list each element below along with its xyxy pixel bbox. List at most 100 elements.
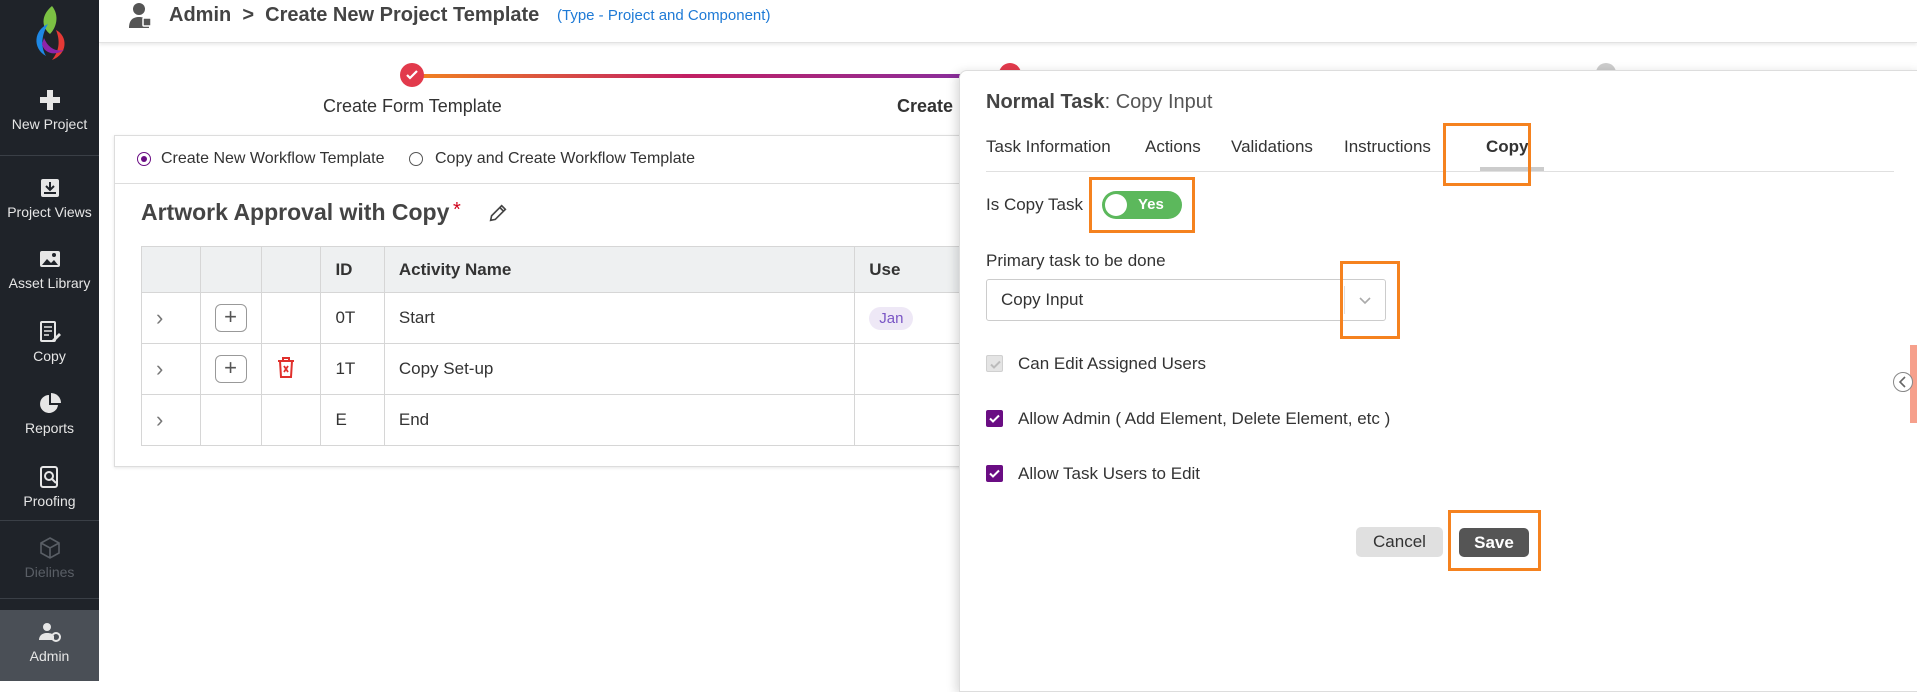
highlight-box-save <box>1448 510 1541 571</box>
primary-task-label: Primary task to be done <box>986 251 1166 270</box>
radio-create-new[interactable] <box>137 152 151 166</box>
workflow-activity-table: ID Activity Name Use › + 0T Start Jan › … <box>141 246 1015 446</box>
user-gear-icon <box>38 623 61 642</box>
row-id: E <box>320 394 385 446</box>
panel-title: Normal Task: Copy Input <box>986 91 1212 114</box>
stepper-progress-line <box>413 74 960 78</box>
table-header-row: ID Activity Name Use <box>141 246 1015 293</box>
chevron-right-icon[interactable]: › <box>156 407 163 432</box>
pencil-icon[interactable] <box>487 202 509 224</box>
highlight-box-toggle <box>1089 177 1195 233</box>
chevron-left-icon <box>1898 376 1906 388</box>
col-expand <box>141 246 201 293</box>
step-1-complete-icon[interactable] <box>400 63 424 87</box>
sidebar-item-project-views[interactable]: Project Views <box>0 176 99 220</box>
trash-icon[interactable] <box>276 356 296 378</box>
workflow-title: Artwork Approval with Copy <box>141 199 450 225</box>
document-search-icon <box>39 466 58 488</box>
add-activity-button[interactable]: + <box>214 355 247 383</box>
can-edit-users-checkbox <box>986 355 1003 372</box>
panel-tabs: Task Information Actions Validations Ins… <box>986 137 1894 172</box>
workflow-mode-radio-group: Create New Workflow Template Copy and Cr… <box>115 136 1015 184</box>
task-name-label: : Copy Input <box>1104 91 1213 113</box>
image-icon <box>39 251 60 267</box>
cancel-button[interactable]: Cancel <box>1356 527 1443 557</box>
top-header: Admin > Create New Project Template (Typ… <box>99 0 1917 43</box>
sidebar-item-dielines: Dielines <box>0 536 99 580</box>
row-activity-name: End <box>383 394 856 446</box>
sidebar-item-label: Proofing <box>23 493 76 509</box>
workflow-card: Create New Workflow Template Copy and Cr… <box>114 135 1016 467</box>
divider <box>0 520 99 521</box>
row-activity-name: Start <box>383 292 856 344</box>
pie-chart-icon <box>39 393 61 413</box>
step-2-label: Create <box>897 96 954 116</box>
user-chip[interactable]: Jan <box>869 306 914 330</box>
sidebar-item-proofing[interactable]: Proofing <box>0 465 99 509</box>
row-id: 0T <box>320 292 385 344</box>
allow-task-users-label[interactable]: Allow Task Users to Edit <box>1018 464 1200 484</box>
empty-cell <box>260 292 322 344</box>
allow-task-users-checkbox[interactable] <box>986 465 1003 482</box>
table-row[interactable]: › + 0T Start Jan <box>141 292 1015 344</box>
chevron-right-icon[interactable]: › <box>156 356 163 381</box>
breadcrumb: Admin > Create New Project Template <box>169 4 540 26</box>
sidebar-item-asset-library[interactable]: Asset Library <box>0 247 99 291</box>
chevron-right-icon[interactable]: › <box>156 305 163 330</box>
sidebar-item-label: Asset Library <box>8 275 91 291</box>
tab-validations[interactable]: Validations <box>1231 137 1313 157</box>
sidebar-item-new-project[interactable]: New Project <box>0 88 99 132</box>
tab-actions[interactable]: Actions <box>1145 137 1201 157</box>
allow-admin-label[interactable]: Allow Admin ( Add Element, Delete Elemen… <box>1018 409 1390 429</box>
primary-task-select[interactable]: Copy Input <box>986 279 1386 321</box>
sidebar-item-label: Dielines <box>24 564 75 580</box>
col-delete <box>260 246 322 293</box>
highlight-box-copy-tab <box>1443 123 1531 186</box>
sidebar-item-label: Admin <box>29 648 70 664</box>
app-logo[interactable] <box>26 4 74 62</box>
highlight-box-select <box>1340 261 1400 339</box>
sidebar-item-reports[interactable]: Reports <box>0 392 99 436</box>
sidebar-item-copy[interactable]: Copy <box>0 320 99 364</box>
document-edit-icon <box>39 321 61 342</box>
radio-copy-create[interactable] <box>409 152 423 166</box>
empty-cell <box>260 394 322 446</box>
step-1-label: Create Form Template <box>323 96 502 116</box>
is-copy-task-label: Is Copy Task <box>986 195 1084 214</box>
sidebar-item-label: New Project <box>11 116 88 132</box>
template-type-label: (Type - Project and Component) <box>557 7 771 24</box>
checkmark-icon <box>406 70 418 80</box>
empty-cell <box>199 394 262 446</box>
can-edit-users-label: Can Edit Assigned Users <box>1018 354 1207 373</box>
tab-instructions[interactable]: Instructions <box>1344 137 1431 157</box>
row-id: 1T <box>320 343 385 395</box>
divider <box>0 598 99 599</box>
required-marker: * <box>453 199 461 221</box>
table-row[interactable]: › + 1T Copy Set-up <box>141 343 1015 395</box>
checkmark-icon <box>989 469 1000 478</box>
task-settings-panel: Normal Task: Copy Input Task Information… <box>959 70 1917 692</box>
sidebar: New Project Project Views Asset Library … <box>0 0 99 681</box>
sidebar-item-label: Reports <box>24 420 75 436</box>
task-type-label: Normal Task <box>986 91 1105 113</box>
row-activity-name: Copy Set-up <box>383 343 856 395</box>
add-activity-button[interactable]: + <box>214 304 247 332</box>
tab-task-information[interactable]: Task Information <box>986 137 1111 157</box>
radio-copy-create-label[interactable]: Copy and Create Workflow Template <box>435 150 695 168</box>
cube-icon <box>39 537 60 559</box>
allow-admin-checkbox[interactable] <box>986 410 1003 427</box>
checkmark-icon <box>989 414 1000 423</box>
inbox-tray-icon <box>40 179 59 197</box>
sidebar-item-label: Copy <box>33 348 66 364</box>
checkmark-icon <box>990 360 1001 369</box>
admin-user-icon <box>129 3 152 28</box>
plus-icon <box>39 90 60 110</box>
divider <box>0 155 99 156</box>
sidebar-item-admin[interactable]: Admin <box>0 610 99 681</box>
col-id: ID <box>320 246 385 293</box>
primary-task-value: Copy Input <box>1001 290 1084 309</box>
radio-create-new-label[interactable]: Create New Workflow Template <box>161 150 385 168</box>
table-row[interactable]: › E End <box>141 394 1015 446</box>
collapse-panel-button[interactable] <box>1893 372 1913 392</box>
col-activity-name: Activity Name <box>383 246 856 293</box>
